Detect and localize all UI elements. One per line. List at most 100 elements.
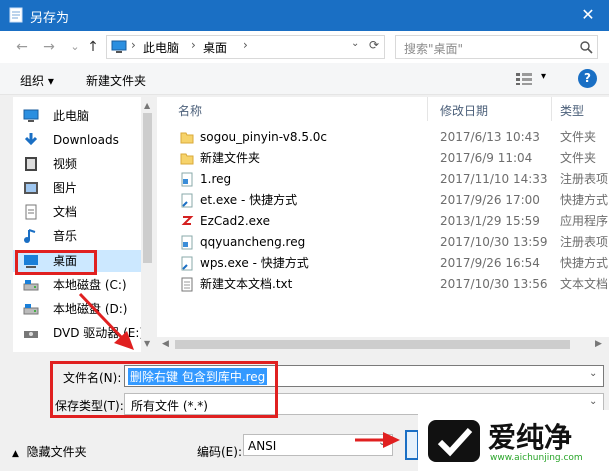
file-row[interactable]: sogou_pinyin-v8.5.0c 2017/6/13 10:43 文件夹 [157,127,609,148]
file-name: 新建文本文档.txt [200,277,293,291]
pc-icon [111,40,127,53]
hide-folders-toggle[interactable]: ▲ 隐藏文件夹 [12,443,87,460]
sidebar-item[interactable]: 文档 [13,201,141,223]
folder-icon [180,153,194,165]
navigation-bar: ← → ⌄ ↑ › 此电脑 › 桌面 › ⌄ ⟳ 搜索"桌面" [0,31,609,63]
picture-icon [24,182,38,194]
encoding-dropdown-icon: ⌄ [378,437,387,448]
download-icon [24,133,38,146]
sidebar-item[interactable]: 本地磁盘 (D:) [13,298,141,320]
sidebar-item[interactable]: 视频 [13,153,141,175]
title-bar: 另存为 ✕ [0,0,609,31]
file-date: 2017/9/26 17:00 [440,193,540,207]
sidebar-item[interactable]: 本地磁盘 (C:) [13,274,141,296]
file-date: 2017/10/30 13:59 [440,235,548,249]
search-placeholder: 搜索"桌面" [404,42,464,56]
file-date: 2013/1/29 15:59 [440,214,540,228]
file-type: 文本文档 [560,277,609,291]
view-dropdown-icon[interactable]: ▾ [541,71,546,82]
navigation-pane: 此电脑 Downloads 视频 图片 文档 音乐 桌面 本地磁盘 (C:) 本地磁盘 (D:)… [13,97,153,352]
sidebar-item-label: 图片 [53,181,78,195]
file-name: 1.reg [200,172,232,186]
document-icon [25,204,37,220]
sidebar-item-label: 视频 [53,157,78,171]
file-row[interactable]: et.exe - 快捷方式 2017/9/26 17:00 快捷方式 [157,190,609,211]
brand-url: www.aichunjing.com [490,453,583,463]
filetype-dropdown-icon[interactable]: ⌄ [589,396,597,407]
file-type: 注册表项 [560,172,609,186]
command-toolbar: 组织 ▾ 新建文件夹 ▾ ? [0,63,609,95]
address-bar[interactable]: › 此电脑 › 桌面 › ⌄ ⟳ [106,35,385,59]
up-button[interactable]: ↑ [84,38,102,56]
close-button[interactable]: ✕ [574,4,602,26]
watermark: 爱纯净 www.aichunjing.com [418,410,609,471]
pc-icon [23,109,39,122]
file-type: 快捷方式 [560,256,609,270]
sidebar-item-label: 本地磁盘 (C:) [53,278,127,292]
sidebar-item[interactable]: 图片 [13,177,141,199]
breadcrumb-desktop[interactable]: 桌面 [203,39,227,56]
sidebar-item[interactable]: 此电脑 [13,105,141,127]
file-type: 应用程序 [560,214,609,228]
sidebar-scrollbar[interactable]: ▲ ▼ [141,97,154,352]
back-button[interactable]: ← [13,38,31,56]
drive-icon [23,280,39,291]
column-header-date[interactable]: 修改日期 [440,102,488,119]
encoding-select[interactable]: ANSI ⌄ [243,434,393,456]
forward-button[interactable]: → [40,38,58,56]
file-type: 文件夹 [560,130,597,144]
file-row[interactable]: wps.exe - 快捷方式 2017/9/26 16:54 快捷方式 [157,253,609,274]
chevron-up-icon: ▲ [12,449,19,459]
sidebar-item-label: 此电脑 [53,109,90,123]
shortcut-icon [181,256,193,271]
filename-dropdown-icon[interactable]: ⌄ [589,368,597,379]
file-row[interactable]: EzCad2.exe 2013/1/29 15:59 应用程序 [157,211,609,232]
refresh-button[interactable]: ⟳ [369,38,379,52]
notepad-icon [9,7,23,23]
file-row[interactable]: 1.reg 2017/11/10 14:33 注册表项 [157,169,609,190]
file-name: EzCad2.exe [200,214,270,228]
breadcrumb-this-pc[interactable]: 此电脑 [143,39,179,56]
file-date: 2017/6/13 10:43 [440,130,540,144]
folder-icon [180,132,194,144]
save-button[interactable] [405,430,419,460]
file-row[interactable]: 新建文本文档.txt 2017/10/30 13:56 文本文档 [157,274,609,295]
brand-logo-icon [428,420,480,462]
file-row[interactable]: 新建文件夹 2017/6/9 11:04 文件夹 [157,148,609,169]
file-list: 名称 修改日期 类型 sogou_pinyin-v8.5.0c 2017/6/13… [157,97,609,337]
desktop-annotation-box [15,250,97,275]
new-folder-button[interactable]: 新建文件夹 [86,72,146,89]
address-dropdown-icon[interactable]: ⌄ [351,38,359,49]
ezcad-icon [181,215,194,228]
file-type: 注册表项 [560,235,609,249]
file-name: et.exe - 快捷方式 [200,193,298,207]
reg-file-icon [181,172,193,187]
file-type: 文件夹 [560,151,597,165]
dvd-icon [24,331,38,338]
help-button[interactable]: ? [578,69,597,88]
column-header-name[interactable]: 名称 [178,102,202,119]
encoding-label: 编码(E): [197,445,242,459]
brand-name: 爱纯净 [488,421,573,454]
view-options-icon[interactable] [515,72,533,86]
horizontal-scrollbar[interactable]: ◀ ▶ [157,337,609,352]
file-date: 2017/9/26 16:54 [440,256,540,270]
file-name: qqyuancheng.reg [200,235,306,249]
column-header-type[interactable]: 类型 [560,102,584,119]
reg-file-icon [181,235,193,250]
search-input[interactable]: 搜索"桌面" [395,35,598,59]
file-name: 新建文件夹 [200,151,261,165]
shortcut-icon [181,193,193,208]
sidebar-item[interactable]: 音乐 [13,225,141,247]
sidebar-item-label: Downloads [53,133,119,147]
file-name: sogou_pinyin-v8.5.0c [200,130,327,144]
sidebar-item[interactable]: Downloads [13,129,141,151]
sidebar-item[interactable]: DVD 驱动器 (E:) [13,322,144,344]
organize-button[interactable]: 组织 ▾ [20,72,54,89]
file-date: 2017/6/9 11:04 [440,151,533,165]
recent-locations-dropdown[interactable]: ⌄ [66,38,84,56]
file-row[interactable]: qqyuancheng.reg 2017/10/30 13:59 注册表项 [157,232,609,253]
text-file-icon [181,277,193,292]
search-icon[interactable] [579,40,593,54]
file-name: wps.exe - 快捷方式 [200,256,309,270]
